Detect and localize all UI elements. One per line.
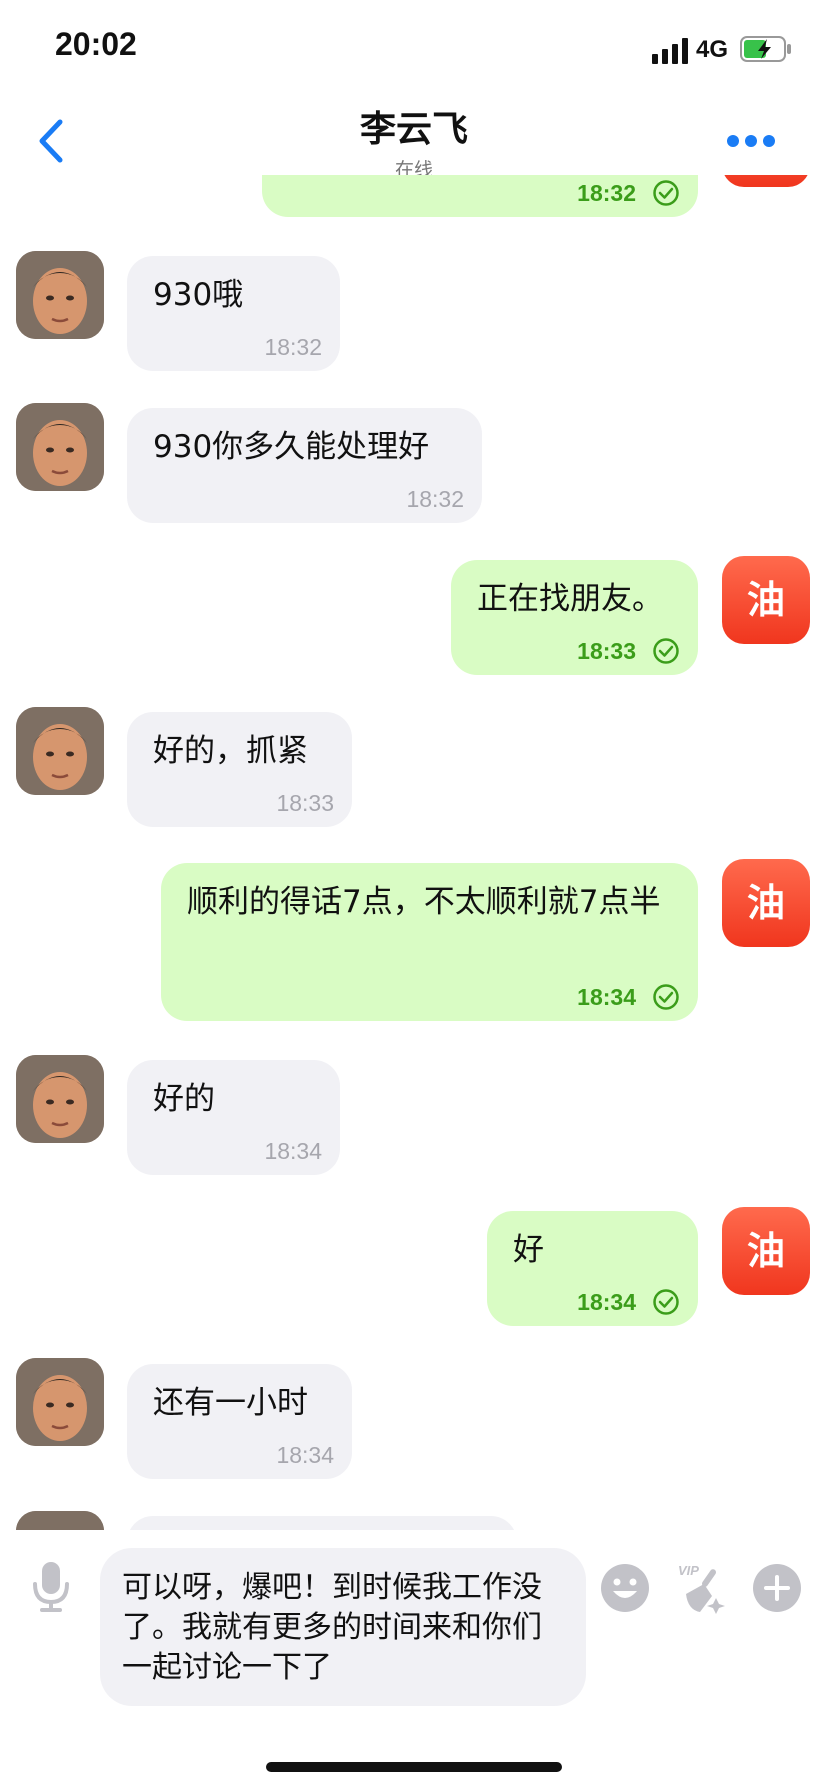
- add-attachment-icon[interactable]: [752, 1563, 802, 1613]
- chat-title: 李云飞: [359, 109, 468, 150]
- contact-avatar[interactable]: [16, 403, 104, 491]
- contact-photo: [16, 1358, 104, 1446]
- message-list[interactable]: 18:32 油 930哦 18:32 930你多久能处理好 18:32 正在找朋…: [0, 175, 828, 1530]
- message-bubble-outgoing[interactable]: 顺利的得话7点，不太顺利就7点半 18:34: [161, 863, 698, 1021]
- status-time: 20:02: [55, 26, 137, 62]
- contact-avatar[interactable]: [16, 1358, 104, 1446]
- message-text: 好: [513, 1232, 544, 1268]
- message-bubble-incoming[interactable]: 好的 18:34: [127, 1060, 340, 1175]
- message-text: 好的，抓紧: [153, 733, 308, 769]
- contact-photo: [16, 1511, 104, 1530]
- network-type: 4G: [696, 36, 729, 63]
- microphone-icon[interactable]: [30, 1560, 72, 1614]
- my-avatar[interactable]: 油: [722, 556, 810, 644]
- contact-avatar[interactable]: [16, 707, 104, 795]
- message-text: 顺利的得话7点，不太顺利就7点半: [187, 884, 661, 920]
- read-check-icon: [653, 638, 679, 664]
- message-bubble-outgoing[interactable]: 18:32: [262, 175, 698, 217]
- message-time: 18:32: [264, 334, 322, 360]
- read-check-icon: [653, 984, 679, 1010]
- message-bubble-incoming[interactable]: 930你多久能处理好 18:32: [127, 408, 482, 523]
- message-text: 好的: [153, 1081, 215, 1117]
- message-bubble-outgoing[interactable]: 好 18:34: [487, 1211, 698, 1326]
- message-text: 还有一小时: [153, 1385, 308, 1421]
- message-bubble-incoming[interactable]: 好的，抓紧 18:33: [127, 712, 352, 827]
- contact-photo: [16, 403, 104, 491]
- emoji-icon[interactable]: [600, 1563, 650, 1613]
- read-check-icon: [653, 1289, 679, 1315]
- vip-badge: VIP: [678, 1563, 699, 1578]
- message-bubble-incoming[interactable]: 还有一小时 18:34: [127, 1364, 352, 1479]
- message-text: 正在找朋友。: [477, 581, 663, 617]
- my-avatar[interactable]: 油: [722, 175, 810, 187]
- contact-avatar[interactable]: [16, 251, 104, 339]
- message-text: 930哦: [153, 277, 244, 313]
- message-time: 18:33: [276, 790, 334, 816]
- my-avatar[interactable]: 油: [722, 859, 810, 947]
- read-check-icon: [653, 180, 679, 206]
- contact-photo: [16, 1055, 104, 1143]
- message-bubble-incoming[interactable]: [127, 1516, 517, 1530]
- home-indicator: [266, 1762, 562, 1772]
- signal-icon: [652, 38, 688, 64]
- contact-avatar[interactable]: [16, 1511, 104, 1530]
- my-avatar[interactable]: 油: [722, 1207, 810, 1295]
- message-time: 18:32: [577, 180, 636, 206]
- message-bubble-outgoing[interactable]: 正在找朋友。 18:33: [451, 560, 698, 675]
- message-time: 18:33: [577, 638, 636, 664]
- message-input[interactable]: 可以呀，爆吧！到时候我工作没了。我就有更多的时间来和你们一起讨论一下了: [100, 1548, 586, 1706]
- contact-photo: [16, 251, 104, 339]
- message-time: 18:34: [577, 1289, 636, 1315]
- message-bubble-incoming[interactable]: 930哦 18:32: [127, 256, 340, 371]
- message-time: 18:34: [577, 984, 636, 1010]
- message-text: 930你多久能处理好: [153, 429, 430, 465]
- contact-photo: [16, 707, 104, 795]
- message-time: 18:32: [406, 486, 464, 512]
- more-options-icon[interactable]: [726, 134, 776, 148]
- message-time: 18:34: [276, 1442, 334, 1468]
- contact-avatar[interactable]: [16, 1055, 104, 1143]
- battery-charging-icon: [740, 36, 791, 62]
- vip-cleaner-icon[interactable]: VIP: [676, 1560, 728, 1616]
- message-time: 18:34: [264, 1138, 322, 1164]
